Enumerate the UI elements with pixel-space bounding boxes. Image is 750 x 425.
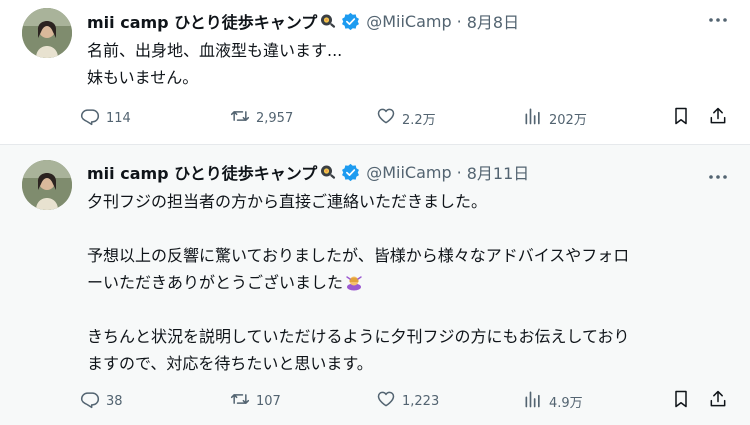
reply-icon [80,106,100,130]
share-icon [708,389,728,413]
timestamp[interactable]: 8月11日 [467,160,530,184]
bookmark-icon [671,389,691,413]
display-name[interactable]: mii camp ひとり徒歩キャンプ [87,9,317,33]
tweet-text-line: きちんと状況を説明していただけるように夕刊フジの方にもお伝えしており [87,327,630,346]
bookmark-button[interactable] [671,387,691,415]
tweet-header: mii camp ひとり徒歩キャンプ @MiiCamp · 8月8日 [87,8,519,34]
retweet-count: 107 [256,393,281,409]
more-icon[interactable] [706,165,730,189]
retweet-count: 2,957 [256,110,294,126]
like-count: 2.2万 [402,112,436,128]
tweet-text-line: 予想以上の反響に驚いておりましたが、皆様から様々なアドバイスやフォロ [87,246,630,265]
verified-badge-icon [341,163,360,182]
handle[interactable]: @MiiCamp [366,163,451,182]
tweet-text-line: 妹もいません。 [87,68,199,87]
views-count: 4.9万 [549,395,583,411]
views-count: 202万 [549,112,587,128]
action-bar: 114 2,957 2.2万 202万 [80,104,740,132]
tweet-text-line: 夕刊フジの担当者の方から直接ご連絡いただきました。 [87,192,488,211]
share-icon [708,106,728,130]
tweet-text-line: ますので、対応を待ちたいと思います。 [87,354,373,373]
tweet-text-line-with-emoji: ーいただきありがとうございました [87,269,737,296]
retweet-icon [230,389,250,413]
reply-icon [80,389,100,413]
heart-icon [376,106,396,130]
views-icon [523,106,543,130]
reply-count: 38 [106,393,123,409]
heart-icon [376,389,396,413]
tweet-2[interactable]: mii camp ひとり徒歩キャンプ @MiiCamp · 8月11日 夕刊フジ… [0,145,750,425]
retweet-button[interactable]: 107 [230,387,281,415]
frying-pan-icon [319,12,337,30]
display-name[interactable]: mii camp ひとり徒歩キャンプ [87,160,317,184]
like-count: 1,223 [402,393,440,409]
like-button[interactable]: 2.2万 [376,104,436,132]
views-button[interactable]: 4.9万 [523,387,583,415]
separator: · [456,11,462,31]
retweet-icon [230,106,250,130]
bowing-person-emoji [345,272,363,291]
reply-count: 114 [106,110,131,126]
tweet-text-fragment: ーいただきありがとうございました [87,273,344,292]
tweet-1[interactable]: mii camp ひとり徒歩キャンプ @MiiCamp · 8月8日 名前、出身… [0,0,750,145]
avatar[interactable] [22,8,72,58]
timestamp[interactable]: 8月8日 [467,9,519,33]
views-button[interactable]: 202万 [523,104,587,132]
views-icon [523,389,543,413]
more-icon[interactable] [706,8,730,32]
tweet-text-line: 名前、出身地、血液型も違います... [87,41,343,60]
reply-button[interactable]: 114 [80,104,131,132]
share-button[interactable] [708,387,728,415]
like-button[interactable]: 1,223 [376,387,439,415]
tweet-text: 夕刊フジの担当者の方から直接ご連絡いただきました。 予想以上の反響に驚いておりま… [87,188,737,377]
action-bar: 38 107 1,223 4.9万 [80,387,740,415]
separator: · [456,162,462,182]
retweet-button[interactable]: 2,957 [230,104,293,132]
reply-button[interactable]: 38 [80,387,123,415]
share-button[interactable] [708,104,728,132]
tweet-header: mii camp ひとり徒歩キャンプ @MiiCamp · 8月11日 [87,159,529,185]
bookmark-button[interactable] [671,104,691,132]
verified-badge-icon [341,12,360,31]
avatar[interactable] [22,160,72,210]
handle[interactable]: @MiiCamp [366,12,451,31]
frying-pan-icon [319,163,337,181]
bookmark-icon [671,106,691,130]
tweet-text: 名前、出身地、血液型も違います... 妹もいません。 [87,37,737,91]
